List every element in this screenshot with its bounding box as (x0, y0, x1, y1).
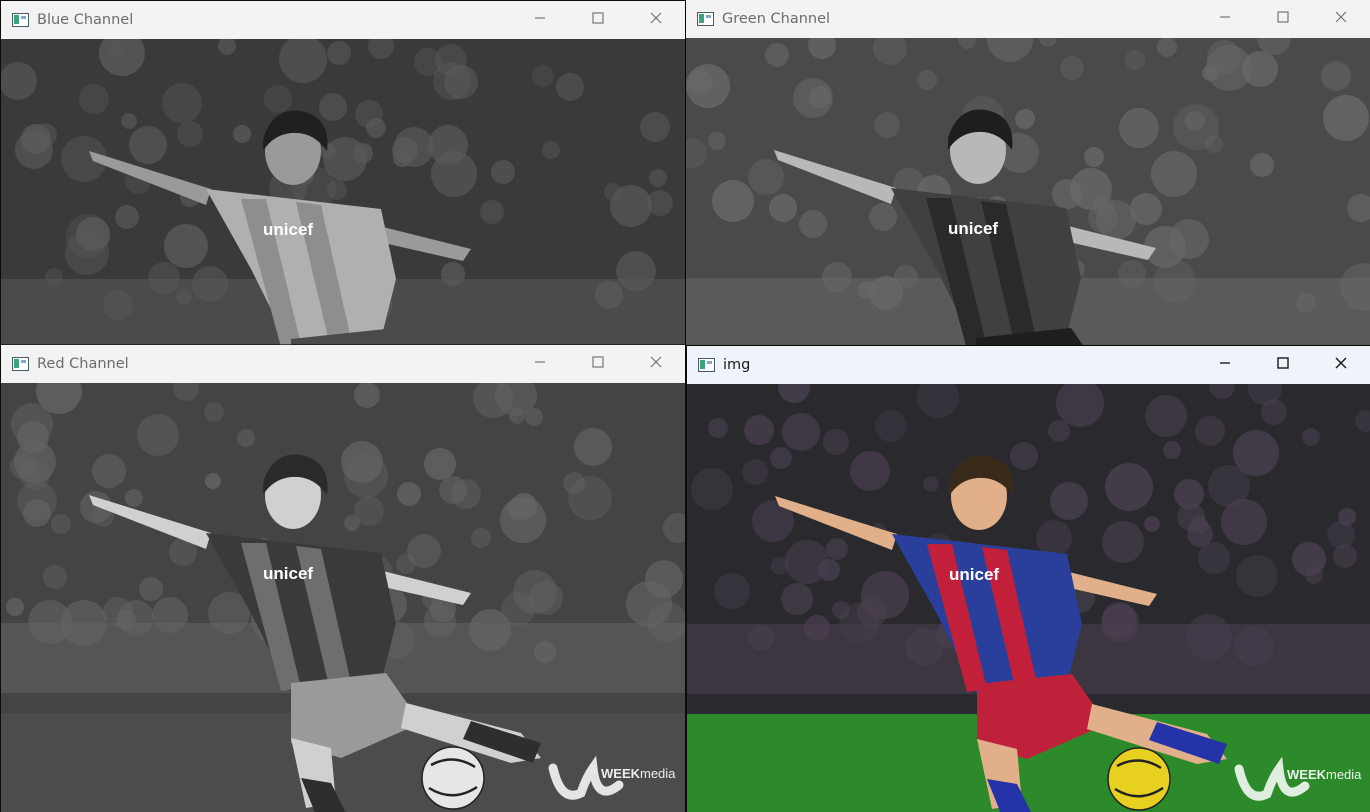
minimize-button[interactable] (511, 1, 569, 39)
maximize-icon (1277, 357, 1289, 373)
title-bar[interactable]: Blue Channel (1, 1, 685, 39)
title-bar[interactable]: Green Channel (686, 0, 1370, 38)
window-title: Green Channel (722, 11, 831, 27)
close-button[interactable] (1312, 0, 1370, 38)
image-canvas[interactable]: unicef WEEKmedia (686, 38, 1370, 345)
app-icon (12, 13, 29, 27)
sponsor-text: unicef (949, 565, 999, 584)
sponsor-text: unicef (263, 220, 313, 239)
minimize-icon (1219, 11, 1231, 27)
sponsor-text: unicef (948, 219, 998, 238)
window-title: Red Channel (37, 356, 129, 372)
minimize-button[interactable] (1196, 0, 1254, 38)
minimize-icon (534, 12, 546, 28)
photo-scene: unicef WEEKmedia (687, 384, 1370, 812)
image-canvas[interactable]: unicef WEEKmedia (1, 383, 685, 812)
window-red-channel[interactable]: Red Channel unicef WEEKmedia (1, 345, 685, 812)
window-green-channel[interactable]: Green Channel unicef (686, 0, 1370, 345)
image-canvas[interactable]: unicef WEEKmedia (687, 384, 1370, 812)
close-button[interactable] (627, 345, 685, 383)
photo-scene: unicef WEEKmedia (1, 39, 685, 345)
minimize-button[interactable] (1196, 346, 1254, 384)
maximize-button[interactable] (1254, 346, 1312, 384)
close-icon (1335, 11, 1347, 27)
window-controls (1196, 0, 1370, 38)
minimize-button[interactable] (511, 345, 569, 383)
sponsor-text: unicef (263, 564, 313, 583)
close-icon (650, 356, 662, 372)
watermark-text: WEEKmedia (1287, 767, 1362, 782)
window-title: Blue Channel (37, 12, 134, 28)
maximize-icon (1277, 11, 1289, 27)
app-icon (697, 12, 714, 26)
title-bar[interactable]: Red Channel (1, 345, 685, 383)
window-img[interactable]: img unicef WEEKmedia (687, 346, 1370, 812)
window-controls (1196, 346, 1370, 384)
maximize-icon (592, 356, 604, 372)
app-icon (698, 358, 715, 372)
watermark-text: WEEKmedia (601, 766, 676, 781)
image-canvas[interactable]: unicef WEEKmedia (1, 39, 685, 345)
close-icon (650, 12, 662, 28)
close-icon (1335, 357, 1347, 373)
close-button[interactable] (1312, 346, 1370, 384)
maximize-button[interactable] (1254, 0, 1312, 38)
photo-scene: unicef WEEKmedia (1, 383, 685, 812)
app-icon (12, 357, 29, 371)
minimize-icon (534, 356, 546, 372)
window-title: img (723, 357, 751, 373)
maximize-button[interactable] (569, 345, 627, 383)
window-controls (511, 1, 685, 39)
photo-scene: unicef WEEKmedia (686, 38, 1370, 345)
close-button[interactable] (627, 1, 685, 39)
minimize-icon (1219, 357, 1231, 373)
maximize-button[interactable] (569, 1, 627, 39)
window-blue-channel[interactable]: Blue Channel unicef (1, 1, 685, 345)
maximize-icon (592, 12, 604, 28)
title-bar[interactable]: img (687, 346, 1370, 384)
window-controls (511, 345, 685, 383)
